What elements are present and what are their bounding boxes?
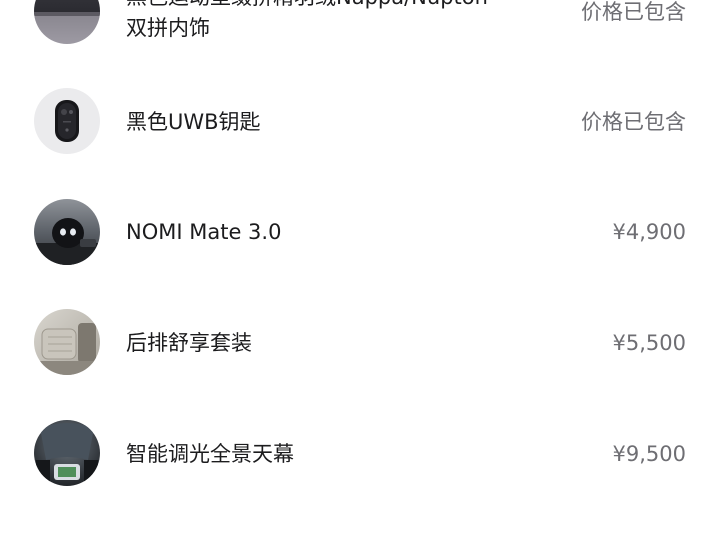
uwb-key-icon [34, 88, 100, 154]
seat-interior-icon [34, 0, 100, 44]
item-price: ¥4,900 [612, 220, 686, 244]
list-item[interactable]: 智能调光全景天幕 ¥9,500 [0, 398, 720, 508]
list-item[interactable]: 黑色运动型缀拼精羽绒Nappa/Nupton 双拼内饰 价格已包含 [0, 0, 720, 66]
item-name: 黑色UWB钥匙 [126, 110, 261, 134]
list-item[interactable]: 后排舒享套装 ¥5,500 [0, 287, 720, 397]
list-item[interactable]: NOMI Mate 3.0 ¥4,900 [0, 177, 720, 287]
item-price: 价格已包含 [581, 0, 686, 24]
item-name-line2: 双拼内饰 [126, 16, 210, 40]
item-price: ¥5,500 [612, 331, 686, 355]
item-name: 黑色运动型缀拼精羽绒Nappa/Nupton [126, 0, 488, 13]
panoramic-sunroof-icon [34, 420, 100, 486]
option-list: 黑色运动型缀拼精羽绒Nappa/Nupton 双拼内饰 价格已包含 黑色UWB钥… [0, 0, 720, 540]
nomi-mate-icon [34, 199, 100, 265]
item-name: 智能调光全景天幕 [126, 442, 294, 466]
item-price: 价格已包含 [581, 110, 686, 134]
list-item[interactable]: 黑色UWB钥匙 价格已包含 [0, 66, 720, 176]
item-name: NOMI Mate 3.0 [126, 220, 282, 244]
item-name: 后排舒享套装 [126, 331, 252, 355]
rear-seat-package-icon [34, 309, 100, 375]
item-price: ¥9,500 [612, 442, 686, 466]
